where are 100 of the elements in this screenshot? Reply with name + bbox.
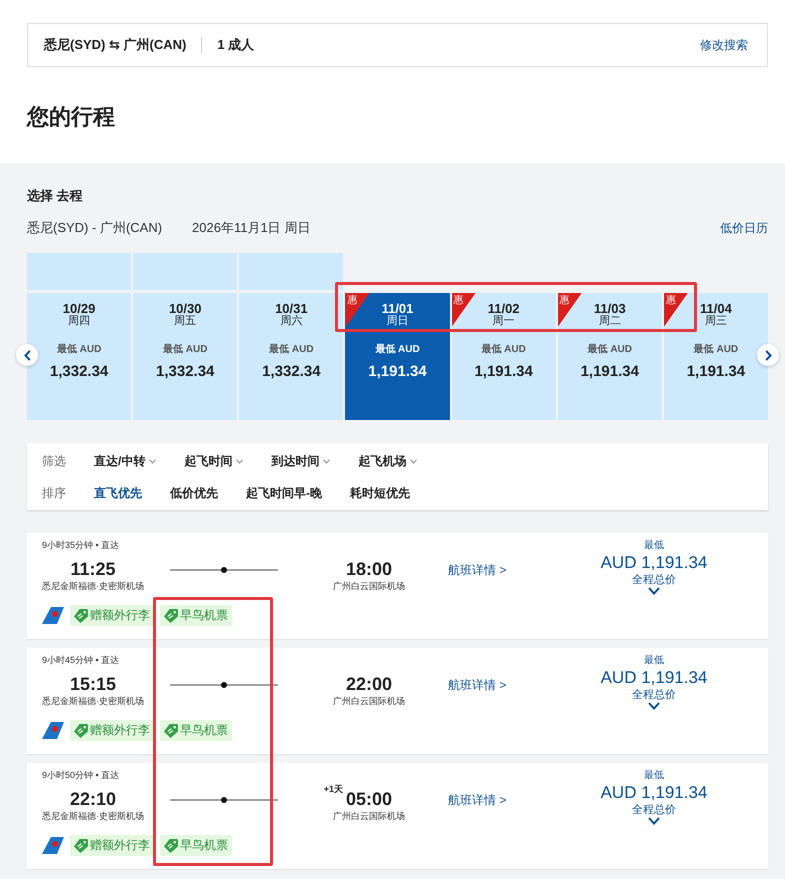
departure-time: 11:25 <box>70 558 116 580</box>
promo-badge: 惠 <box>345 293 370 327</box>
price-text: 1,191.34 <box>474 362 533 381</box>
weekday-text: 周五 <box>174 316 196 327</box>
price-label: 最低 AUD <box>162 344 208 356</box>
departure-airport: 悉尼金斯福德·史密斯机场 <box>42 695 144 707</box>
weekday-text: 周六 <box>280 316 302 327</box>
price-calendar-link[interactable]: 低价日历 <box>720 220 768 236</box>
date-text: 10/29 <box>62 302 96 316</box>
price-text: AUD 1,191.34 <box>600 668 708 688</box>
tag-icon <box>73 838 88 852</box>
previous-button[interactable] <box>16 344 38 366</box>
date-text: 11/04 <box>700 302 732 316</box>
price-label: 最低 AUD <box>56 344 102 356</box>
departure-airport: 悉尼金斯福德·史密斯机场 <box>42 580 144 592</box>
weekday-text: 周三 <box>704 316 727 327</box>
departure-time: 15:15 <box>70 673 116 695</box>
flight-details-link[interactable]: 航班详情 > <box>448 792 506 808</box>
departure-airport: 悉尼金斯福德·史密斯机场 <box>42 810 144 822</box>
chevron-down-icon <box>236 458 244 464</box>
airline-tail-icon <box>42 837 64 854</box>
price-text: AUD 1,191.34 <box>600 783 708 803</box>
price-text: 1,191.34 <box>686 362 746 381</box>
day-offset-text: +1天 <box>324 784 343 795</box>
chevron-down-icon <box>149 458 156 464</box>
duration-text: 9小时35分钟 • 直达 <box>42 539 120 552</box>
sort-option[interactable]: 耗时短优先 <box>350 484 410 502</box>
duration-text: 9小时50分钟 • 直达 <box>42 769 120 782</box>
tag-icon <box>73 608 88 622</box>
price-note: 全程总价 <box>632 688 676 702</box>
tag-text: 早鸟机票 <box>180 722 228 739</box>
chevron-down-icon[interactable] <box>648 587 660 595</box>
departure-time: 22:10 <box>70 788 116 810</box>
chevron-down-icon[interactable] <box>648 817 660 825</box>
price-label: 最低 <box>644 539 664 553</box>
modify-search-link[interactable]: 修改搜索 <box>700 36 748 54</box>
date-card[interactable]: 惠 11/02 周一 最低 AUD 1,191.34 <box>452 293 556 420</box>
price-text: AUD 1,191.34 <box>600 553 708 573</box>
date-text: 2026年11月1日 周日 <box>192 219 310 237</box>
promo-badge: 惠 <box>452 293 476 327</box>
flight-details-link[interactable]: 航班详情 > <box>448 677 506 693</box>
date-card[interactable]: 10/31 周六 最低 AUD 1,332.34 <box>239 293 344 420</box>
sort-option[interactable]: 直飞优先 <box>94 484 142 502</box>
route-text: 悉尼(SYD) ⇆ 广州(CAN) <box>44 36 186 54</box>
airline-tail-icon <box>42 607 64 624</box>
chevron-right-icon <box>764 350 772 360</box>
arrival-time: 22:00 <box>346 674 392 694</box>
sort-option[interactable]: 起飞时间早-晚 <box>246 484 322 502</box>
date-text: 10/30 <box>168 302 202 316</box>
date-card[interactable]: 10/29 周四 最低 AUD 1,332.34 <box>27 293 132 420</box>
filter-dropdown[interactable]: 起飞机场 <box>358 452 418 470</box>
filter-label: 筛选 <box>42 452 66 470</box>
section-title: 选择 去程 <box>27 188 84 204</box>
price-label: 最低 AUD <box>694 344 738 356</box>
airline-tail-icon <box>42 722 64 739</box>
tag-icon <box>73 724 88 738</box>
date-text: 11/01 <box>382 302 414 316</box>
tag-text: 赠额外行李 <box>90 837 150 854</box>
weekday-text: 周日 <box>386 316 408 327</box>
filter-dropdown[interactable]: 到达时间 <box>271 452 330 470</box>
price-note: 全程总价 <box>632 573 676 587</box>
tag-text: 早鸟机票 <box>180 607 228 624</box>
tag-icon <box>163 608 178 622</box>
next-button[interactable] <box>757 344 779 366</box>
date-card[interactable]: 惠 11/01 周日 最低 AUD 1,191.34 <box>345 293 450 420</box>
chevron-down-icon <box>323 458 330 464</box>
price-text: 1,191.34 <box>368 362 427 381</box>
page-title: 您的行程 <box>27 103 116 131</box>
weekday-text: 周四 <box>68 316 90 327</box>
promo-badge: 惠 <box>558 293 582 327</box>
filter-dropdown[interactable]: 起飞时间 <box>184 452 244 470</box>
date-text: 10/31 <box>275 302 308 316</box>
date-card[interactable]: 惠 11/03 周二 最低 AUD 1,191.34 <box>558 293 662 420</box>
arrival-time: 18:00 <box>346 559 392 579</box>
price-label: 最低 AUD <box>375 344 420 356</box>
tag-text: 赠额外行李 <box>90 722 150 739</box>
tag-text: 赠额外行李 <box>90 607 150 624</box>
price-text: 1,332.34 <box>156 362 214 381</box>
price-label: 最低 AUD <box>588 344 632 356</box>
price-label: 最低 AUD <box>269 344 314 356</box>
chevron-down-icon <box>410 458 418 464</box>
price-note: 全程总价 <box>632 803 676 817</box>
date-card[interactable]: 惠 11/04 周三 最低 AUD 1,191.34 <box>664 293 768 420</box>
arrival-airport: 广州白云国际机场 <box>333 580 405 592</box>
arrival-airport: 广州白云国际机场 <box>333 810 405 822</box>
chevron-left-icon <box>24 350 30 360</box>
date-text: 11/03 <box>594 302 626 316</box>
duration-text: 9小时45分钟 • 直达 <box>42 654 120 667</box>
flight-details-link[interactable]: 航班详情 > <box>448 562 506 578</box>
price-text: 1,191.34 <box>580 362 639 381</box>
tag-icon <box>163 724 178 738</box>
passenger-text: 1 成人 <box>217 36 254 54</box>
filter-dropdown[interactable]: 直达/中转 <box>94 452 156 470</box>
tag-text: 早鸟机票 <box>180 837 228 854</box>
date-card[interactable]: 10/30 周五 最低 AUD 1,332.34 <box>133 293 238 420</box>
sort-option[interactable]: 低价优先 <box>170 484 218 502</box>
price-label: 最低 <box>644 654 664 668</box>
chevron-down-icon[interactable] <box>648 702 660 710</box>
weekday-text: 周一 <box>492 316 515 327</box>
route-text: 悉尼(SYD) - 广州(CAN) <box>27 219 162 237</box>
